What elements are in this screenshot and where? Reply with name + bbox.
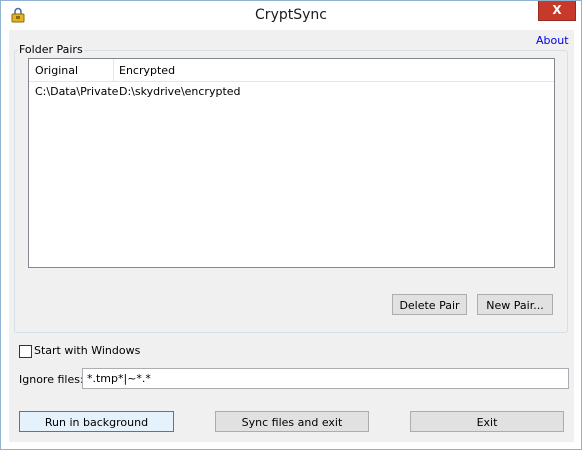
folder-pairs-list[interactable]: Original Encrypted C:\Data\Private D:\sk… (28, 58, 555, 268)
list-item[interactable]: C:\Data\Private D:\skydrive\encrypted (29, 84, 554, 101)
cryptsync-window: CryptSync X About Folder Pairs Original … (0, 0, 582, 450)
close-button[interactable]: X (538, 1, 576, 21)
folder-pairs-group: Folder Pairs Original Encrypted C:\Data\… (14, 43, 568, 333)
window-title: CryptSync (255, 7, 327, 23)
main-panel: About Folder Pairs Original Encrypted C:… (9, 30, 574, 442)
folder-pairs-label: Folder Pairs (18, 43, 84, 56)
ignore-files-input[interactable] (82, 368, 569, 389)
delete-pair-button[interactable]: Delete Pair (392, 294, 467, 315)
title-bar[interactable]: CryptSync X (1, 1, 581, 29)
cell-original: C:\Data\Private (35, 85, 119, 98)
new-pair-button[interactable]: New Pair... (477, 294, 553, 315)
close-icon: X (552, 3, 562, 17)
column-divider[interactable] (113, 59, 114, 81)
cell-encrypted: D:\skydrive\encrypted (119, 85, 241, 98)
about-link[interactable]: About (536, 34, 569, 47)
start-with-windows-label[interactable]: Start with Windows (34, 344, 140, 357)
column-header-original[interactable]: Original (35, 64, 78, 77)
start-with-windows-checkbox[interactable] (19, 345, 32, 358)
column-header-encrypted[interactable]: Encrypted (119, 64, 175, 77)
exit-button[interactable]: Exit (410, 411, 564, 432)
sync-files-and-exit-button[interactable]: Sync files and exit (215, 411, 369, 432)
list-header: Original Encrypted (29, 59, 554, 82)
ignore-files-label: Ignore files: (19, 373, 84, 386)
run-in-background-button[interactable]: Run in background (19, 411, 174, 432)
